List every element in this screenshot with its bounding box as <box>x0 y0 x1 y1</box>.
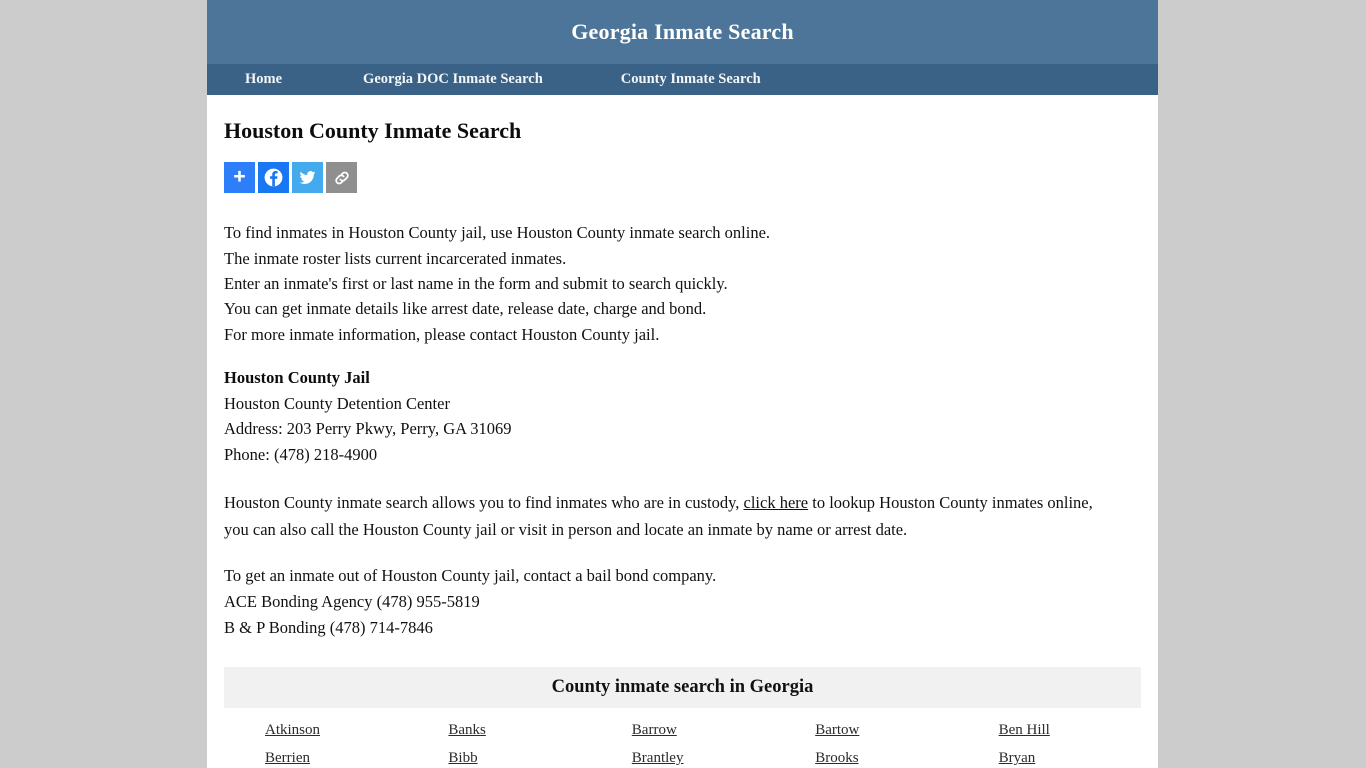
county-cell: Barrow <box>591 721 774 740</box>
county-link-berrien[interactable]: Berrien <box>265 750 310 766</box>
bail-bond-agency: B & P Bonding (478) 714-7846 <box>224 617 433 637</box>
search-description-paragraph: Houston County inmate search allows you … <box>224 490 1109 543</box>
twitter-icon <box>298 168 317 187</box>
county-search-table: County inmate search in Georgia Atkinson… <box>224 667 1141 768</box>
county-cell: Bryan <box>958 749 1141 768</box>
jail-address: Address: 203 Perry Pkwy, Perry, GA 31069 <box>224 419 512 439</box>
paragraph-text-before-link: Houston County inmate search allows you … <box>224 493 744 513</box>
page-root: Georgia Inmate Search Home Georgia DOC I… <box>0 0 1366 768</box>
intro-text-block: To find inmates in Houston County jail, … <box>224 220 1141 346</box>
intro-line: You can get inmate details like arrest d… <box>224 299 707 319</box>
intro-line: Enter an inmate's first or last name in … <box>224 273 728 293</box>
county-cell: Bibb <box>407 749 590 768</box>
intro-line: For more inmate information, please cont… <box>224 324 660 344</box>
county-link-banks[interactable]: Banks <box>448 722 486 738</box>
nav-item-georgia-doc-inmate-search[interactable]: Georgia DOC Inmate Search <box>363 71 543 88</box>
site-title: Georgia Inmate Search <box>571 19 794 44</box>
facebook-icon <box>263 167 284 188</box>
county-cell: Brooks <box>774 749 957 768</box>
county-link-bibb[interactable]: Bibb <box>448 750 477 766</box>
copy-link-button[interactable] <box>326 162 357 194</box>
county-link-bartow[interactable]: Bartow <box>815 722 859 738</box>
nav-item-county-inmate-search[interactable]: County Inmate Search <box>621 71 761 88</box>
jail-phone: Phone: (478) 218-4900 <box>224 445 378 465</box>
bail-bond-block: To get an inmate out of Houston County j… <box>224 563 1141 640</box>
facebook-share-button[interactable] <box>258 162 289 194</box>
share-icon <box>230 168 249 187</box>
jail-name: Houston County Jail <box>224 367 370 387</box>
twitter-share-button[interactable] <box>292 162 323 194</box>
county-cell: Brantley <box>591 749 774 768</box>
county-link-ben-hill[interactable]: Ben Hill <box>999 722 1050 738</box>
jail-info-block: Houston County Jail Houston County Deten… <box>224 365 1141 468</box>
county-link-brooks[interactable]: Brooks <box>815 750 858 766</box>
intro-line: To find inmates in Houston County jail, … <box>224 223 771 243</box>
intro-line: The inmate roster lists current incarcer… <box>224 248 567 268</box>
nav-item-home[interactable]: Home <box>245 71 282 88</box>
county-cell: Atkinson <box>224 721 407 740</box>
site-container: Georgia Inmate Search Home Georgia DOC I… <box>207 0 1158 768</box>
county-link-brantley[interactable]: Brantley <box>632 750 684 766</box>
county-cell: Berrien <box>224 749 407 768</box>
share-button[interactable] <box>224 162 255 194</box>
copy-link-icon <box>332 168 352 188</box>
jail-facility: Houston County Detention Center <box>224 393 450 413</box>
county-cell: Bartow <box>774 721 957 740</box>
county-table-heading: County inmate search in Georgia <box>551 677 814 698</box>
site-header: Georgia Inmate Search <box>207 0 1158 64</box>
social-share-bar <box>224 162 1141 194</box>
county-cell: Ben Hill <box>958 721 1141 740</box>
county-link-atkinson[interactable]: Atkinson <box>265 722 320 738</box>
county-link-bryan[interactable]: Bryan <box>999 750 1036 766</box>
county-table-header: County inmate search in Georgia <box>224 667 1141 709</box>
bail-bond-intro: To get an inmate out of Houston County j… <box>224 566 717 586</box>
county-link-barrow[interactable]: Barrow <box>632 722 677 738</box>
bail-bond-agency: ACE Bonding Agency (478) 955-5819 <box>224 591 480 611</box>
page-title: Houston County Inmate Search <box>224 118 522 143</box>
county-links-grid: Atkinson Banks Barrow Bartow Ben Hill Be… <box>224 708 1141 768</box>
main-content: Houston County Inmate Search To find inm… <box>207 95 1158 768</box>
county-cell: Banks <box>407 721 590 740</box>
click-here-link[interactable]: click here <box>744 493 809 512</box>
main-navigation: Home Georgia DOC Inmate Search County In… <box>207 64 1158 95</box>
